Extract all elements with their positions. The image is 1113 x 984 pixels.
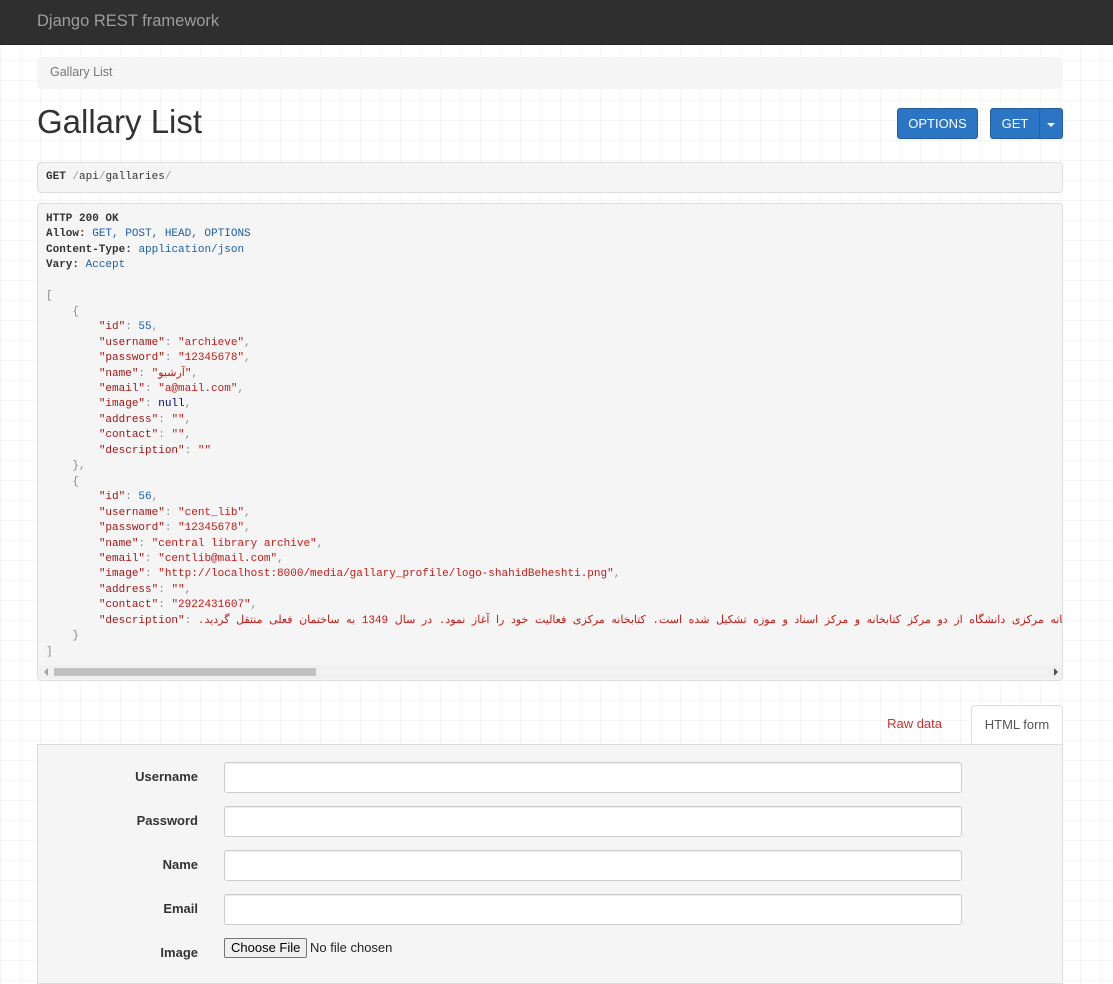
name-input[interactable]	[224, 850, 962, 881]
json-value: "کتابخانه مرکزی دانشگاه از دو مرکز کتابخ…	[197, 614, 1063, 627]
response-status: HTTP 200 OK	[46, 213, 119, 225]
json-value: ""	[171, 583, 185, 596]
horizontal-scrollbar[interactable]	[39, 665, 1062, 679]
json-value: "آرشیو"	[151, 367, 192, 380]
file-status: No file chosen	[310, 940, 393, 955]
json-value: "cent_lib"	[178, 506, 245, 519]
json-value: null	[158, 398, 185, 411]
get-format-dropdown[interactable]	[1039, 108, 1063, 139]
password-label: Password	[136, 813, 198, 828]
username-label: Username	[135, 769, 198, 784]
email-input[interactable]	[224, 894, 962, 925]
navbar: Django REST framework	[0, 0, 1113, 45]
json-value: ""	[171, 429, 185, 442]
form-tabs: Raw data HTML form	[37, 705, 1063, 745]
json-link[interactable]: "http://localhost:8000/media/gallary_pro…	[158, 568, 613, 580]
image-label: Image	[160, 945, 198, 960]
password-input[interactable]	[224, 806, 962, 837]
json-value: "12345678"	[178, 522, 245, 535]
response-header-value: GET, POST, HEAD, OPTIONS	[92, 228, 251, 241]
caret-down-icon	[1047, 122, 1055, 127]
json-value: ""	[171, 413, 185, 426]
request-path-segment: api	[79, 171, 99, 183]
json-value: "2922431607"	[171, 599, 251, 612]
breadcrumb: Gallary List	[37, 57, 1063, 89]
tab-html-form[interactable]: HTML form	[971, 705, 1063, 745]
json-value: 55	[138, 321, 152, 334]
request-info: GET /api/gallaries/	[37, 162, 1063, 193]
response-header-name: Vary:	[46, 259, 80, 272]
html-form: Username Password Name Email Image Choos…	[37, 744, 1063, 984]
scrollbar-thumb[interactable]	[54, 668, 316, 676]
request-path-segment: gallaries	[105, 171, 165, 183]
brand-link[interactable]: Django REST framework	[37, 12, 219, 31]
json-value: "archieve"	[178, 336, 245, 349]
json-value: "a@mail.com"	[158, 382, 238, 395]
response-header-name: Allow:	[46, 228, 86, 241]
get-button[interactable]: GET	[990, 108, 1040, 139]
json-value: 56	[138, 491, 152, 504]
response-panel: HTTP 200 OK Allow: GET, POST, HEAD, OPTI…	[37, 203, 1063, 681]
options-button[interactable]: OPTIONS	[897, 108, 978, 139]
response-header-name: Content-Type:	[46, 243, 132, 256]
page-title: Gallary List	[37, 103, 203, 140]
scroll-left-icon[interactable]	[44, 668, 48, 676]
name-label: Name	[162, 857, 198, 872]
request-method: GET	[46, 171, 66, 183]
username-input[interactable]	[224, 762, 962, 793]
json-value: "centlib@mail.com"	[158, 552, 278, 565]
response-header-value: application/json	[138, 243, 245, 256]
json-value: "central library archive"	[151, 537, 317, 550]
choose-file-button[interactable]: Choose File	[224, 938, 308, 958]
breadcrumb-current[interactable]: Gallary List	[50, 65, 113, 79]
json-value: "12345678"	[178, 352, 245, 365]
email-label: Email	[163, 901, 198, 916]
scroll-right-icon[interactable]	[1054, 668, 1058, 676]
tab-raw-data[interactable]: Raw data	[873, 705, 956, 743]
json-value: ""	[197, 444, 212, 457]
response-header-value: Accept	[85, 259, 126, 272]
response-body: HTTP 200 OK Allow: GET, POST, HEAD, OPTI…	[46, 212, 1063, 660]
